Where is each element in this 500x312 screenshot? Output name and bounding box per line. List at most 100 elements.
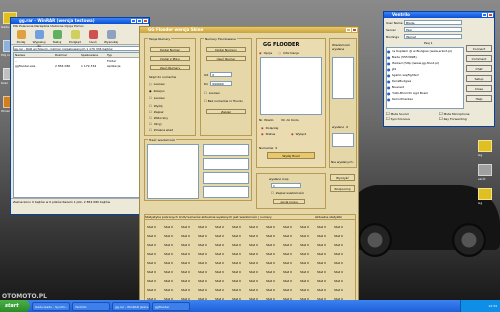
checkbox-icon[interactable]: ☐ [271, 191, 274, 195]
ventrilo-button[interactable]: Chat [466, 65, 492, 72]
taskbar-button[interactable]: ggflooder [152, 301, 190, 311]
flooder-window[interactable]: GG Flooder wersja Skinn Twoje Numery Dod… [139, 26, 359, 311]
file-list[interactable]: Nazwa Rozmiar Spakowane Typ .. Folder ggflood… [13, 52, 147, 198]
ventrilo-titlebar[interactable]: Ventrilo [384, 12, 494, 18]
maximize-icon[interactable] [137, 19, 142, 23]
main-list[interactable] [260, 57, 322, 115]
winrar-titlebar[interactable]: gg.rar - WinRAR (wersja testowa) [11, 18, 149, 24]
status-option[interactable]: ◉ Status [261, 131, 278, 137]
user-list-item[interactable]: ● Pemnitmantso [387, 96, 463, 102]
checkbox-icon[interactable]: ☐ [149, 116, 152, 120]
loop-field[interactable]: 1 [271, 183, 301, 188]
stats-cell: Stat 0 [334, 269, 343, 274]
toolbar-button[interactable]: Wypakuj do [32, 30, 46, 48]
checkbox-icon[interactable]: ☐ [149, 110, 152, 114]
ventrilo-button[interactable]: Comment [466, 55, 492, 62]
delete-numbers-button[interactable]: Usuń Numery [150, 65, 190, 70]
toolbar-button[interactable]: Wyszukaj [104, 30, 118, 44]
winrar-window[interactable]: gg.rar - WinRAR (wersja testowa) Plik Po… [10, 17, 150, 215]
to-field[interactable]: 999999 [210, 81, 233, 86]
bindings-label: Bindings [386, 34, 399, 39]
loop-option-button[interactable]: opcja loopu [273, 199, 305, 204]
radio-icon[interactable]: ◉ [149, 89, 152, 93]
stats-cell: Stat 0 [198, 278, 207, 283]
file-row[interactable]: ggflooder.exe 2 854 080 1 179 334 Aplikacja [14, 63, 146, 68]
status-option[interactable]: ◉ Wyłącz [291, 131, 306, 137]
checkbox-icon[interactable]: ☐ [439, 116, 443, 121]
checkbox-icon[interactable]: ☐ [149, 104, 152, 108]
close-icon[interactable] [352, 28, 357, 32]
column-header[interactable]: Spakowane [80, 53, 106, 57]
ventrilo-button[interactable]: Close [466, 85, 492, 92]
clear-button[interactable]: Wyczyść [330, 174, 355, 181]
toolbar-button[interactable]: Podgląd [68, 30, 82, 44]
checkbox-icon[interactable]: ☐ [149, 96, 152, 100]
path-bar[interactable]: gg.rar - RAR archiwum, rozmiar rozpakowa… [13, 46, 147, 51]
checkbox-icon[interactable]: ☐ [386, 116, 390, 121]
stats-cell: Stat 0 [164, 287, 173, 292]
ventrilo-window[interactable]: Ventrilo User Name Blade Server Pssj Bindi… [383, 11, 495, 127]
start-button[interactable]: Rozpocznij [330, 185, 355, 192]
add-number-button[interactable]: Dodaj Numer [150, 47, 190, 52]
checkbox-icon[interactable]: ☐ [204, 91, 207, 95]
toolbar-icon [52, 30, 62, 39]
checkbox-icon[interactable]: ☐ [149, 122, 152, 126]
checkbox-icon[interactable]: ☐ [149, 128, 152, 132]
add-numbers-button[interactable]: Dodaj Numery [206, 47, 246, 52]
taskbar-button[interactable]: Gadu-Gadu - Synchr... [32, 301, 70, 311]
from-field[interactable]: 0 [210, 72, 233, 77]
sent-box[interactable] [332, 133, 354, 147]
radio-icon[interactable]: ◉ [291, 132, 294, 136]
ventrilo-button[interactable]: Setup [466, 75, 492, 82]
message-box-1[interactable] [203, 144, 249, 156]
close-icon[interactable] [143, 19, 148, 23]
message-box-4[interactable] [203, 186, 249, 198]
checkbox-icon[interactable]: ☐ [204, 99, 207, 103]
toolbar-button[interactable]: Usuń [86, 30, 100, 44]
column-header[interactable]: Nazwa [14, 53, 54, 57]
start-button[interactable]: start [0, 300, 30, 312]
sent-list[interactable] [332, 57, 354, 99]
message-box-3[interactable] [203, 172, 249, 184]
send-flood-button[interactable]: Wyślij flood [267, 152, 315, 159]
add-from-file-button[interactable]: Dodaj z Pliku [150, 56, 190, 61]
radio-icon[interactable]: ◉ [261, 132, 264, 136]
radio-icon[interactable]: ◉ [259, 51, 262, 55]
stats-panel: Statystyka pobranych liczb/numerów aktua… [144, 214, 356, 306]
minimize-icon[interactable] [482, 13, 487, 17]
desktop-icon[interactable] [478, 164, 492, 176]
toolbar-button[interactable]: Dodaj [14, 30, 28, 44]
radio-icon[interactable]: ○ [278, 51, 281, 55]
radio-icon[interactable]: ○ [149, 82, 152, 86]
username-field[interactable]: Blade [404, 20, 462, 25]
message-text[interactable] [147, 144, 199, 199]
ventrilo-button[interactable]: Help [466, 95, 492, 102]
ventrilo-check[interactable]: ☐ Synchronous [386, 116, 439, 121]
toolbar-button[interactable]: Testuj [50, 30, 64, 44]
close-icon[interactable] [488, 13, 493, 17]
minimize-icon[interactable] [346, 28, 351, 32]
taskbar-button[interactable]: gg.rar - WinRAR (wers... [112, 301, 150, 311]
radio-icon[interactable]: ◉ [261, 126, 264, 130]
status-check[interactable]: ☐ Zmiana wiad [149, 127, 173, 133]
desktop-icon[interactable] [478, 188, 492, 200]
options-tab[interactable]: Opcje [264, 51, 273, 55]
system-tray: 12:34 [460, 300, 500, 312]
stats-cell: Stat 0 [266, 233, 275, 238]
desktop-icon[interactable] [478, 140, 492, 152]
ventrilo-check[interactable]: ☐ Key Forwarding [439, 116, 492, 121]
stats-cell: Stat 0 [198, 251, 207, 256]
taskbar-button[interactable]: Ventrilo [72, 301, 110, 311]
minimize-icon[interactable] [131, 19, 136, 23]
server-field[interactable]: Pssj [404, 27, 462, 32]
stats-cell: Stat 0 [147, 278, 156, 283]
column-header[interactable]: Rozmiar [54, 53, 80, 57]
save-button[interactable]: Zapisz [206, 109, 246, 114]
info-tab[interactable]: Informacje [283, 51, 299, 55]
flooder-titlebar[interactable]: GG Flooder wersja Skinn [140, 27, 358, 33]
user-list[interactable]: ● Cs Kupiłem @ w Budgies (www.erkod.pl) ● B… [386, 47, 464, 109]
message-box-2[interactable] [203, 158, 249, 170]
ventrilo-button[interactable]: Connect [466, 45, 492, 52]
delete-number-button[interactable]: Usuń Numer [206, 56, 246, 61]
bindings-select[interactable]: [None] [404, 34, 462, 39]
